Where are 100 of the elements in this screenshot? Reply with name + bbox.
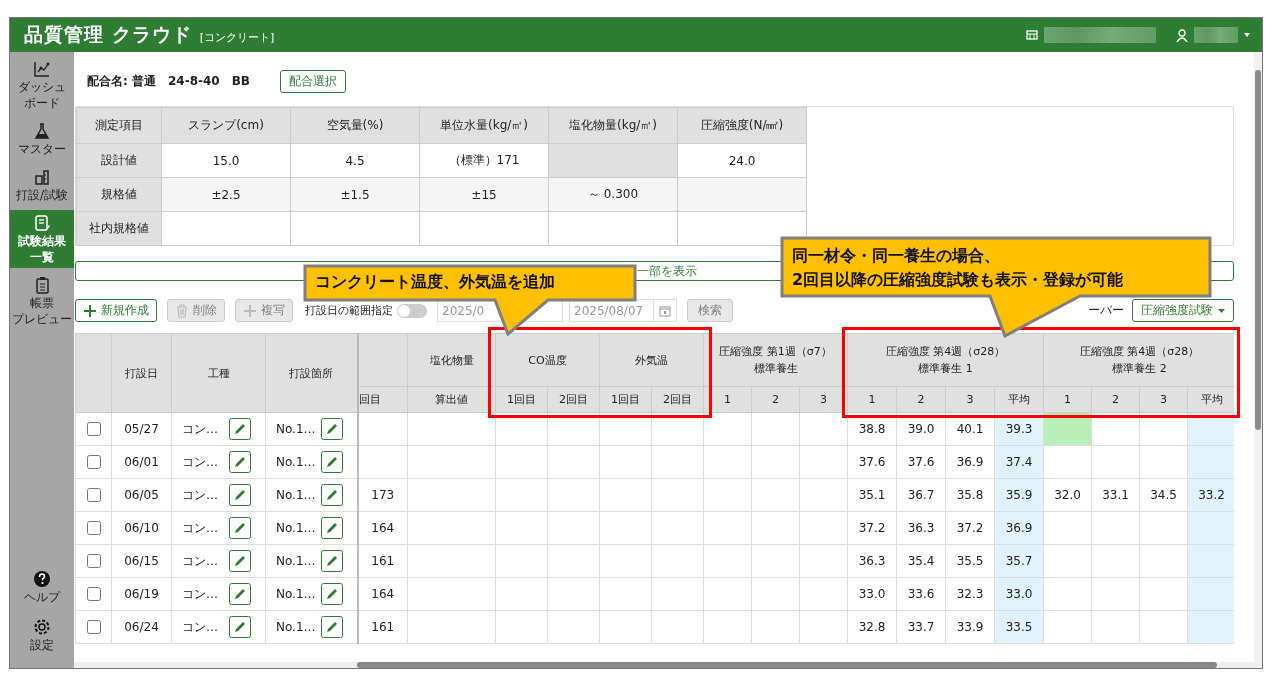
table-cell: 33.9 <box>945 610 995 644</box>
chart-icon <box>33 60 51 78</box>
toolbar-button[interactable]: 新規作成 <box>75 299 157 322</box>
user-icon[interactable] <box>1176 28 1188 42</box>
table-header-cell: 打設箇所 <box>265 333 358 413</box>
table-cell: 05/27 <box>111 412 172 446</box>
mix-select-button[interactable]: 配合選択 <box>280 69 346 93</box>
sidebar-item[interactable]: 設定 <box>10 614 74 656</box>
trash-icon <box>175 303 189 318</box>
edit-button[interactable] <box>320 484 343 506</box>
range-toggle[interactable] <box>397 303 427 318</box>
row-checkbox[interactable] <box>86 422 101 437</box>
table-cell: 35.8 <box>945 478 995 512</box>
table-cell: 06/19 <box>111 577 172 611</box>
sidebar-item[interactable]: 試験結果 一覧 <box>10 210 74 268</box>
table-cell-text: コン… <box>182 420 218 438</box>
table-header-cell: 外気温 <box>599 333 704 387</box>
table-cell: ±15 <box>419 177 549 212</box>
table-cell: 06/05 <box>111 478 172 512</box>
table-cell: 33.1 <box>1091 478 1140 512</box>
table-cell-text: コン… <box>182 519 218 537</box>
table-cell-text: コン… <box>182 618 218 636</box>
table-cell: 33.5 <box>994 610 1044 644</box>
table-cell-text: No.1… <box>276 488 316 502</box>
date-input[interactable]: 2025/08/07 <box>570 300 646 321</box>
sidebar-item[interactable]: ヘルプ <box>10 566 74 608</box>
table-header-cell: 単位水量(kg/㎥) <box>419 107 549 144</box>
sidebar-item[interactable]: 帳票 プレビュー <box>10 272 74 330</box>
table-cell-text: No.1… <box>276 521 316 535</box>
row-checkbox[interactable] <box>86 488 101 503</box>
table-header-cell: 圧縮強度 第1週（σ7） 標準養生 <box>703 333 848 387</box>
row-checkbox[interactable] <box>86 455 101 470</box>
edit-button[interactable] <box>229 616 251 638</box>
table-cell: 35.4 <box>896 544 946 578</box>
edit-button[interactable] <box>229 517 251 539</box>
app-title: 品質管理 クラウド <box>24 22 192 47</box>
settings-icon <box>33 618 51 636</box>
sidebar-item[interactable]: マスター <box>10 118 74 160</box>
table-cell: 36.9 <box>994 511 1044 545</box>
table-cell: 36.7 <box>896 478 946 512</box>
table-header-cell: 工種 <box>171 333 266 413</box>
edit-button[interactable] <box>229 484 251 506</box>
table-cell: 36.9 <box>945 445 995 479</box>
table-cell: 33.6 <box>896 577 946 611</box>
scrollbar[interactable] <box>74 662 1254 668</box>
table-header-cell: 空気量(%) <box>290 107 420 144</box>
table-cell-text: No.1… <box>276 554 316 568</box>
table-cell: 35.7 <box>994 544 1044 578</box>
edit-button[interactable] <box>229 550 251 572</box>
scrollbar[interactable] <box>1254 52 1262 668</box>
edit-button[interactable] <box>320 517 343 539</box>
table-cell: 36.3 <box>896 511 946 545</box>
caret-icon[interactable] <box>1244 33 1250 37</box>
row-checkbox[interactable] <box>86 554 101 569</box>
table-cell: 33.7 <box>896 610 946 644</box>
edit-button[interactable] <box>320 583 343 605</box>
help-icon <box>33 570 51 588</box>
table-header-cell: 規格値 <box>76 177 162 212</box>
table-cell-text: コン… <box>182 486 218 504</box>
table-header-cell: 塩化物量 <box>407 333 496 387</box>
table-cell: 06/10 <box>111 511 172 545</box>
row-checkbox[interactable] <box>86 521 101 536</box>
table-cell: 36.3 <box>847 544 897 578</box>
edit-button[interactable] <box>320 616 343 638</box>
table-cell: 32.0 <box>1043 478 1092 512</box>
table-cell: 24.0 <box>677 143 807 178</box>
edit-button[interactable] <box>320 418 343 440</box>
table-cell: 32.8 <box>847 610 897 644</box>
caret-icon <box>1218 308 1225 313</box>
plus-icon <box>83 303 97 318</box>
document-icon <box>33 214 51 232</box>
flask-icon <box>33 122 51 140</box>
table-cell: 161 <box>357 544 408 578</box>
plus-icon <box>243 303 257 318</box>
table-header-cell: 打設日 <box>111 333 172 413</box>
edit-button[interactable] <box>229 583 251 605</box>
table-cell: 161 <box>357 610 408 644</box>
edit-button[interactable] <box>229 451 251 473</box>
row-checkbox[interactable] <box>86 587 101 602</box>
calendar-icon[interactable] <box>659 304 671 317</box>
table-header-cell: 測定項目 <box>76 107 162 144</box>
edit-button[interactable] <box>229 418 251 440</box>
edit-button[interactable] <box>320 451 343 473</box>
table-cell: 34.5 <box>1139 478 1188 512</box>
table-cell: 4.5 <box>290 143 420 178</box>
table-cell-text: No.1… <box>276 620 316 634</box>
sidebar-item[interactable]: ダッシュ ボード <box>10 56 74 114</box>
table-cell-text: No.1… <box>276 455 316 469</box>
table-header-cell: 設計値 <box>76 143 162 178</box>
table-cell: 15.0 <box>161 143 291 178</box>
row-checkbox[interactable] <box>86 620 101 635</box>
edit-button[interactable] <box>320 550 343 572</box>
table-cell: 37.4 <box>994 445 1044 479</box>
table-header-cell: CO温度 <box>495 333 600 387</box>
sidebar-item[interactable]: 打設/試験 <box>10 164 74 206</box>
table-cell: 06/24 <box>111 610 172 644</box>
column-set-dropdown[interactable]: 圧縮強度試験 <box>1132 299 1234 322</box>
table-cell: 33.2 <box>1187 478 1234 512</box>
table-cell-text: コン… <box>182 552 218 570</box>
table-header-cell: 塩化物量(kg/㎥) <box>548 107 678 144</box>
